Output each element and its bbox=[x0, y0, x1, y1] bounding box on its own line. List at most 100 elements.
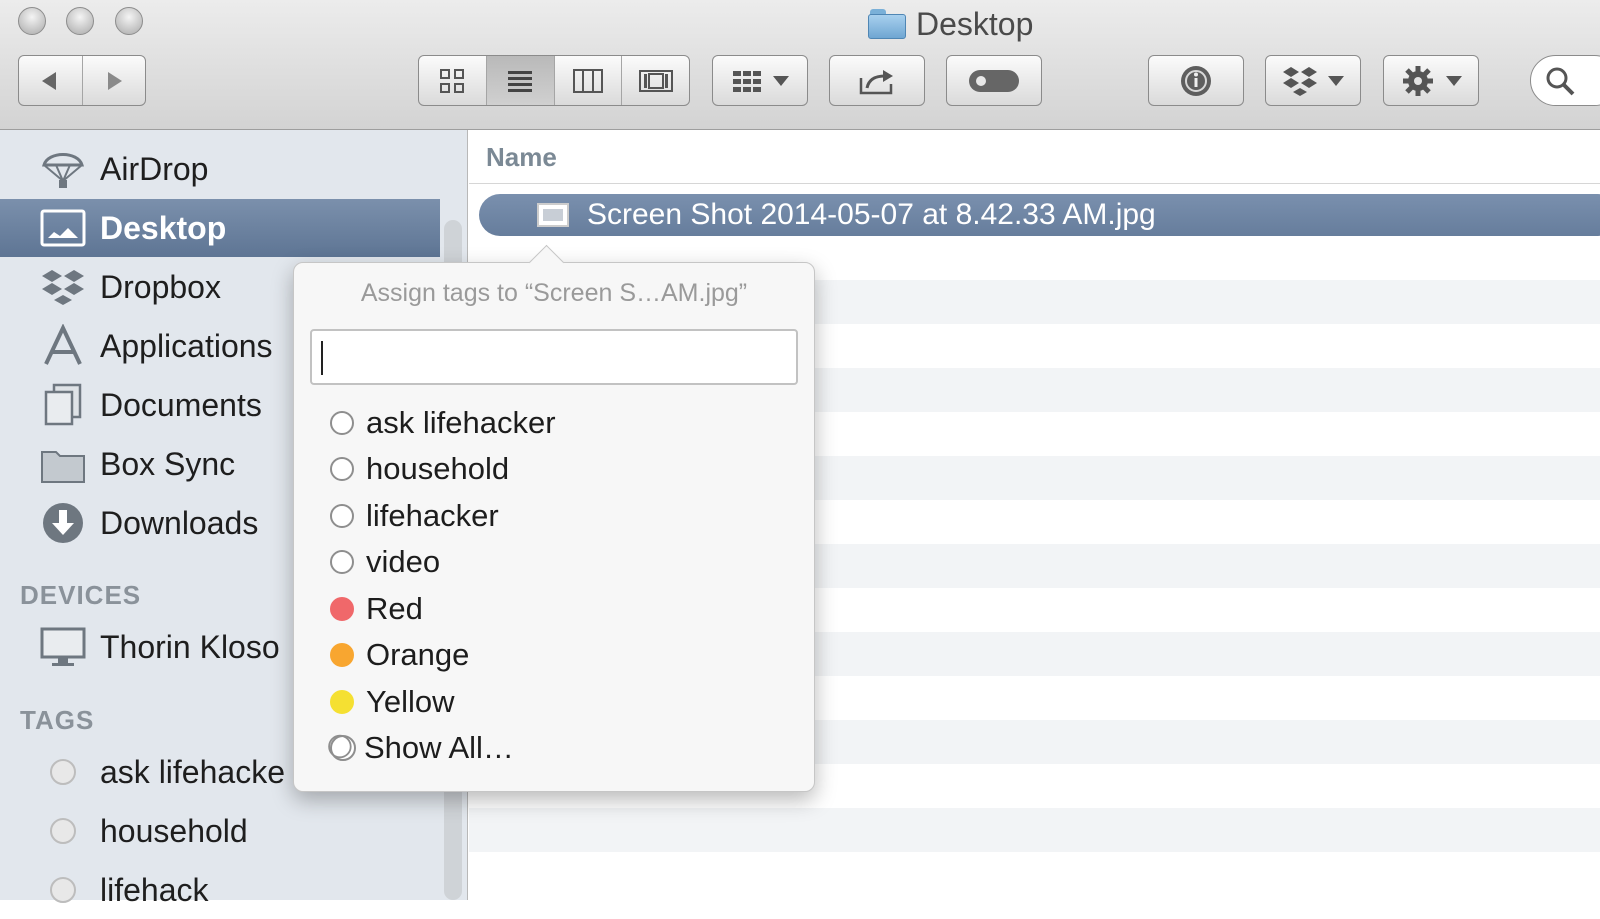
computer-icon bbox=[38, 624, 88, 670]
tag-option[interactable]: household bbox=[330, 449, 509, 489]
tag-option-label: video bbox=[366, 544, 441, 579]
chevron-down-icon bbox=[1446, 75, 1462, 86]
forward-button[interactable] bbox=[83, 56, 146, 105]
tag-circle-icon bbox=[38, 867, 88, 913]
arrange-grid-icon bbox=[733, 70, 761, 92]
all-tags-icon bbox=[328, 734, 356, 761]
tag-option-yellow[interactable]: Yellow bbox=[330, 682, 454, 722]
dropbox-icon bbox=[1283, 66, 1317, 96]
sidebar-tag-item[interactable]: household bbox=[0, 802, 440, 860]
columns-icon bbox=[572, 68, 603, 93]
search-field[interactable] bbox=[1530, 55, 1600, 106]
sidebar-item-label: ask lifehacke bbox=[100, 753, 285, 790]
back-arrow-icon bbox=[42, 71, 57, 90]
sidebar-item-label: Desktop bbox=[100, 209, 227, 246]
chevron-down-icon bbox=[773, 75, 789, 86]
tag-option-label: Yellow bbox=[366, 684, 455, 719]
forward-arrow-icon bbox=[107, 71, 122, 90]
file-name: Screen Shot 2014-05-07 at 8.42.33 AM.jpg bbox=[587, 198, 1156, 231]
tag-option-label: ask lifehacker bbox=[366, 405, 556, 440]
tag-option[interactable]: ask lifehacker bbox=[330, 403, 556, 443]
dropbox-menu-button[interactable] bbox=[1265, 55, 1361, 106]
column-header-name[interactable]: Name bbox=[469, 130, 1600, 184]
info-icon bbox=[1181, 65, 1211, 96]
list-view-button[interactable] bbox=[486, 56, 555, 105]
cover-flow-view-button[interactable] bbox=[622, 56, 689, 105]
tag-option[interactable]: video bbox=[330, 542, 440, 582]
sidebar-item-airdrop[interactable]: AirDrop bbox=[0, 140, 440, 198]
tag-circle-icon bbox=[330, 550, 354, 574]
sidebar-tag-item[interactable]: lifehack bbox=[0, 861, 440, 919]
tag-option-label: Orange bbox=[366, 637, 470, 672]
show-all-label: Show All… bbox=[364, 730, 514, 765]
tag-circle-icon bbox=[330, 457, 354, 481]
sidebar-item-label: Documents bbox=[100, 386, 262, 423]
text-cursor bbox=[321, 341, 323, 375]
edit-tags-button[interactable] bbox=[946, 55, 1042, 106]
column-header-label: Name bbox=[486, 142, 557, 172]
view-mode-control bbox=[418, 55, 690, 106]
desktop-icon bbox=[38, 205, 88, 251]
image-file-icon bbox=[537, 203, 569, 227]
sidebar-item-label: Applications bbox=[100, 327, 273, 364]
chevron-down-icon bbox=[1328, 75, 1344, 86]
airdrop-icon bbox=[38, 146, 88, 192]
file-row-selected[interactable]: Screen Shot 2014-05-07 at 8.42.33 AM.jpg bbox=[479, 194, 1600, 236]
back-forward-control bbox=[18, 55, 146, 106]
zoom-window-button[interactable] bbox=[115, 7, 143, 35]
dropbox-icon bbox=[38, 264, 88, 310]
arrange-button[interactable] bbox=[712, 55, 808, 106]
tag-circle-icon bbox=[330, 411, 354, 435]
cover-flow-icon bbox=[638, 69, 673, 92]
tag-input[interactable] bbox=[326, 339, 790, 377]
close-window-button[interactable] bbox=[18, 7, 46, 35]
sidebar-item-desktop[interactable]: Desktop bbox=[0, 199, 440, 257]
minimize-window-button[interactable] bbox=[66, 7, 94, 35]
show-all-tags-option[interactable]: Show All… bbox=[328, 728, 514, 768]
downloads-icon bbox=[38, 500, 88, 546]
get-info-button[interactable] bbox=[1148, 55, 1244, 106]
gear-icon bbox=[1403, 65, 1433, 96]
list-lines-icon bbox=[508, 70, 533, 92]
tag-circle-icon bbox=[38, 808, 88, 854]
toolbar: Desktop bbox=[0, 0, 1600, 130]
column-view-button[interactable] bbox=[555, 56, 623, 105]
sidebar-item-label: Box Sync bbox=[100, 445, 236, 482]
sidebar-item-label: Dropbox bbox=[100, 268, 221, 305]
applications-icon bbox=[38, 323, 88, 369]
tag-input-field[interactable] bbox=[310, 329, 798, 385]
tag-option-red[interactable]: Red bbox=[330, 589, 423, 629]
tag-option-label: Red bbox=[366, 591, 423, 626]
back-button[interactable] bbox=[19, 56, 83, 105]
documents-icon bbox=[38, 382, 88, 428]
list-row-empty bbox=[469, 808, 1600, 852]
devices-header: DEVICES bbox=[20, 580, 142, 610]
folder-icon bbox=[868, 9, 906, 39]
assign-tags-popover: Assign tags to “Screen S…AM.jpg” ask lif… bbox=[293, 244, 815, 792]
tag-pill-icon bbox=[969, 69, 1019, 92]
icon-view-button[interactable] bbox=[419, 56, 487, 105]
sidebar-item-label: Thorin Kloso bbox=[100, 628, 280, 665]
search-icon bbox=[1546, 67, 1575, 96]
share-icon bbox=[859, 69, 893, 94]
tags-header: TAGS bbox=[20, 705, 95, 735]
window-title-text: Desktop bbox=[916, 5, 1034, 42]
orange-dot-icon bbox=[330, 643, 354, 667]
tag-option-orange[interactable]: Orange bbox=[330, 635, 469, 675]
sidebar-item-label: lifehack bbox=[100, 871, 209, 908]
sidebar-item-label: Downloads bbox=[100, 504, 259, 541]
icon-grid-icon bbox=[440, 68, 465, 93]
action-menu-button[interactable] bbox=[1383, 55, 1479, 106]
popover-title: Assign tags to “Screen S…AM.jpg” bbox=[360, 279, 748, 307]
sidebar-item-label: household bbox=[100, 812, 248, 849]
folder-icon bbox=[38, 441, 88, 487]
yellow-dot-icon bbox=[330, 690, 354, 714]
sidebar-item-label: AirDrop bbox=[100, 150, 209, 187]
tag-circle-icon bbox=[38, 749, 88, 795]
share-button[interactable] bbox=[829, 55, 925, 106]
tag-option[interactable]: lifehacker bbox=[330, 496, 499, 536]
tag-option-label: household bbox=[366, 451, 510, 486]
red-dot-icon bbox=[330, 597, 354, 621]
tag-option-label: lifehacker bbox=[366, 498, 499, 533]
tag-circle-icon bbox=[330, 504, 354, 528]
